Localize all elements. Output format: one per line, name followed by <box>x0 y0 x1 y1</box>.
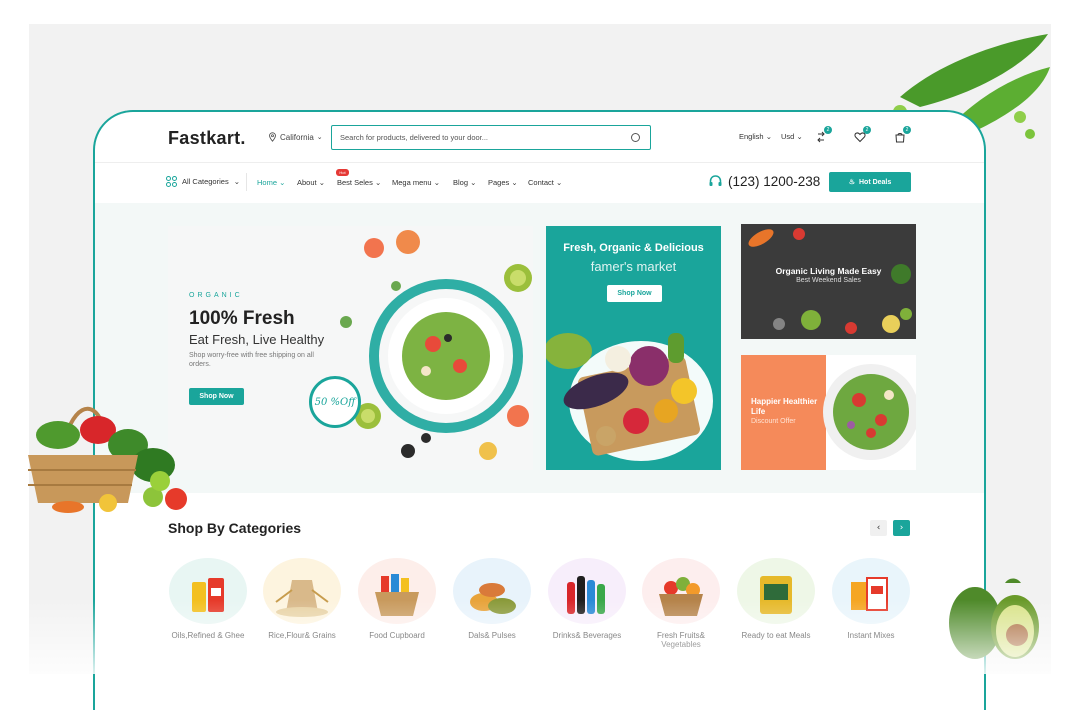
chevron-down-icon: ⌄ <box>796 132 803 141</box>
market-banner-subtitle: famer's market <box>590 259 677 274</box>
phone-number-text: (123) 1200-238 <box>728 174 821 189</box>
salad-plate-image <box>823 355 916 470</box>
nav-contact[interactable]: Contact ⌄ <box>528 178 562 187</box>
chevron-down-icon: ⌄ <box>316 134 323 141</box>
categories-next-button[interactable]: › <box>893 520 910 536</box>
discount-badge: 50 %Off <box>309 376 361 428</box>
market-shop-now-button[interactable]: Shop Now <box>607 285 662 302</box>
nav-about[interactable]: About ⌄ <box>297 178 325 187</box>
hero-description: Shop worry-free with free shipping on al… <box>189 352 314 368</box>
search-box[interactable] <box>331 125 651 150</box>
hero-title: 100% Fresh <box>189 308 295 329</box>
chevron-right-icon: › <box>899 523 904 533</box>
language-selector[interactable]: English ⌄ <box>739 132 772 141</box>
vegetable-crate-image <box>546 333 713 461</box>
nav-blog[interactable]: Blog ⌄ <box>453 178 476 187</box>
categories-prev-button[interactable]: ‹ <box>870 520 887 536</box>
flame-icon: ♨ <box>848 179 855 186</box>
hero-subtitle: Eat Fresh, Live Healthy <box>189 332 325 347</box>
category-label: Instant Mixes <box>847 631 895 640</box>
location-pin-icon <box>269 132 276 142</box>
pulses-bowls-image <box>470 583 516 614</box>
category-rice[interactable]: Rice,Flour& Grains <box>262 558 342 653</box>
all-categories-dropdown[interactable]: All Categories ⌄ <box>166 176 240 187</box>
hot-tag-badge: Hot <box>336 169 349 176</box>
meal-pack-image <box>760 576 792 614</box>
hero-tag: ORGANIC <box>189 292 243 299</box>
language-label: English <box>739 132 764 141</box>
nav-separator <box>246 173 247 191</box>
happier-life-banner[interactable]: Happier Healthier Life Discount Offer <box>741 355 916 470</box>
category-drinks[interactable]: Drinks& Beverages <box>547 558 627 653</box>
category-label: Food Cupboard <box>369 631 425 640</box>
nav-best-sales[interactable]: Best Seles ⌄ <box>337 178 381 187</box>
nav-blog-label: Blog <box>453 178 469 187</box>
salad-bowl-image <box>340 230 532 460</box>
happier-banner-title: Happier Healthier Life <box>751 397 818 416</box>
nav-mega-menu[interactable]: Mega menu ⌄ <box>392 178 440 187</box>
chevron-left-icon: ‹ <box>876 523 881 533</box>
oil-bottles-image <box>192 578 224 612</box>
all-categories-label: All Categories <box>182 177 229 186</box>
hero-shop-now-button[interactable]: Shop Now <box>189 388 244 405</box>
nav-mega-menu-label: Mega menu <box>392 178 432 187</box>
market-banner-title: Fresh, Organic & Delicious <box>563 242 704 254</box>
nav-about-label: About <box>297 178 317 187</box>
category-dals[interactable]: Dals& Pulses <box>452 558 532 653</box>
headset-icon <box>709 175 722 186</box>
nav-best-sales-label: Best Seles <box>337 178 373 187</box>
grid-icon <box>166 176 177 187</box>
compare-count-badge: 2 <box>824 126 832 134</box>
beverage-bottles-image <box>567 576 605 614</box>
hero-banner-main[interactable]: ORGANIC 100% Fresh Eat Fresh, Live Healt… <box>168 226 533 470</box>
phone-number[interactable]: (123) 1200-238 <box>708 174 820 189</box>
currency-selector[interactable]: Usd ⌄ <box>781 132 803 141</box>
rice-sack-image <box>275 580 329 617</box>
search-icon[interactable] <box>631 133 640 142</box>
search-input[interactable] <box>332 126 612 149</box>
chevron-down-icon: ⌄ <box>765 132 772 141</box>
hot-deals-button[interactable]: ♨ Hot Deals <box>829 172 911 192</box>
fastkart-logo[interactable]: Fastkart. <box>168 128 246 149</box>
happier-banner-subtitle: Discount Offer <box>751 418 796 425</box>
category-fruits-vegetables[interactable]: Fresh Fruits& Vegetables <box>641 558 721 653</box>
category-label: Dals& Pulses <box>468 631 516 640</box>
category-label: Drinks& Beverages <box>552 631 622 640</box>
category-instant-mixes[interactable]: Instant Mixes <box>831 558 911 653</box>
fruit-basket-image <box>659 577 703 616</box>
farmers-market-banner[interactable]: Fresh, Organic & Delicious famer's marke… <box>546 226 721 470</box>
category-label: Fresh Fruits& Vegetables <box>656 631 705 649</box>
category-label: Rice,Flour& Grains <box>268 631 336 640</box>
header-divider <box>95 162 984 163</box>
hot-deals-label: Hot Deals <box>858 178 892 186</box>
wishlist-count-badge: 2 <box>863 126 871 134</box>
nav-pages[interactable]: Pages ⌄ <box>488 178 518 187</box>
category-food-cupboard[interactable]: Food Cupboard <box>357 558 437 653</box>
cart-count-badge: 2 <box>903 126 911 134</box>
nav-pages-label: Pages <box>488 178 510 187</box>
nav-home-label: Home <box>257 178 278 187</box>
categories-title: Shop By Categories <box>168 520 302 536</box>
grocery-basket-image <box>375 574 419 616</box>
nav-contact-label: Contact <box>528 178 554 187</box>
category-oils[interactable]: Oils,Refined & Ghee <box>168 558 248 653</box>
organic-banner-title: Organic Living Made Easy <box>775 266 882 276</box>
chevron-down-icon: ⌄ <box>233 177 240 186</box>
category-label: Ready to eat Meals <box>741 631 811 640</box>
location-label: California <box>280 132 314 142</box>
category-ready-meals[interactable]: Ready to eat Meals <box>736 558 816 653</box>
nav-home[interactable]: Home ⌄ <box>257 178 285 187</box>
category-label: Oils,Refined & Ghee <box>171 631 245 640</box>
organic-banner-subtitle: Best Weekend Sales <box>796 277 861 284</box>
location-selector[interactable]: California ⌄ <box>268 132 323 142</box>
currency-label: Usd <box>781 132 795 141</box>
instant-mix-boxes-image <box>851 577 888 611</box>
organic-living-banner[interactable]: Organic Living Made Easy Best Weekend Sa… <box>741 224 916 339</box>
